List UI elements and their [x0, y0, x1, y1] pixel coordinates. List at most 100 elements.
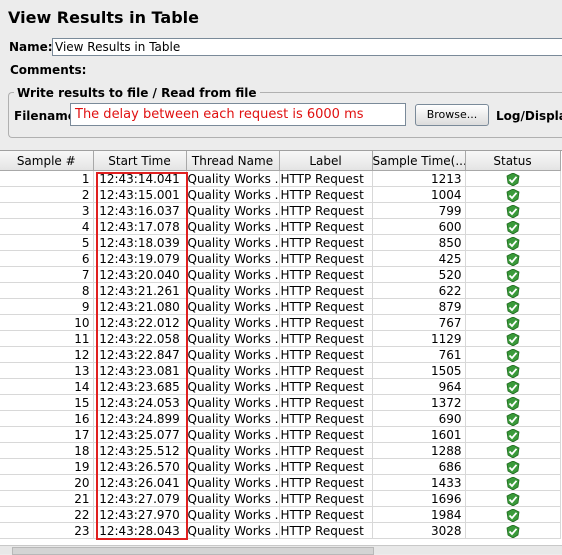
success-shield-check-icon: [506, 284, 520, 298]
table-row[interactable]: 8 12:43:21.261 Quality Works ... HTTP Reque…: [0, 282, 561, 299]
table-row[interactable]: 20 12:43:26.041 Quality Works ... HTTP Requ…: [0, 474, 561, 491]
cell-status: [465, 458, 561, 475]
table-row[interactable]: 13 12:43:23.081 Quality Works ... HTTP Requ…: [0, 362, 561, 379]
cell-sample-time: 600: [372, 218, 466, 235]
success-shield-check-icon: [506, 348, 520, 362]
column-header-thread-name[interactable]: Thread Name: [186, 151, 280, 171]
cell-sample-number: 7: [0, 266, 94, 283]
success-shield-check-icon: [506, 492, 520, 506]
cell-status: [465, 506, 561, 523]
cell-thread-name: Quality Works ...: [186, 410, 280, 427]
filename-input[interactable]: The delay between each request is 6000 m…: [70, 103, 406, 126]
cell-sample-time: 686: [372, 458, 466, 475]
cell-sample-time: 1505: [372, 362, 466, 379]
cell-sample-number: 23: [0, 522, 94, 539]
table-row[interactable]: 15 12:43:24.053 Quality Works ... HTTP Requ…: [0, 394, 561, 411]
table-row[interactable]: 21 12:43:27.079 Quality Works ... HTTP Requ…: [0, 490, 561, 507]
cell-sample-number: 3: [0, 202, 94, 219]
cell-sample-number: 16: [0, 410, 94, 427]
cell-label: HTTP Request: [279, 522, 373, 539]
cell-start-time: 12:43:25.077: [93, 426, 187, 443]
cell-thread-name: Quality Works ...: [186, 170, 280, 187]
table-row[interactable]: 12 12:43:22.847 Quality Works ... HTTP Requ…: [0, 346, 561, 363]
column-header-start-time[interactable]: Start Time: [93, 151, 187, 171]
cell-label: HTTP Request: [279, 394, 373, 411]
scrollbar-thumb[interactable]: [12, 547, 374, 555]
success-shield-check-icon: [506, 252, 520, 266]
cell-sample-time: 1372: [372, 394, 466, 411]
cell-sample-time: 767: [372, 314, 466, 331]
success-shield-check-icon: [506, 396, 520, 410]
column-header-sample-time[interactable]: Sample Time(...: [372, 151, 466, 171]
cell-label: HTTP Request: [279, 410, 373, 427]
browse-button[interactable]: Browse...: [415, 104, 489, 126]
name-input[interactable]: [52, 38, 562, 56]
cell-label: HTTP Request: [279, 218, 373, 235]
success-shield-check-icon: [506, 524, 520, 538]
cell-start-time: 12:43:22.012: [93, 314, 187, 331]
cell-thread-name: Quality Works ...: [186, 378, 280, 395]
cell-label: HTTP Request: [279, 202, 373, 219]
cell-sample-time: 1288: [372, 442, 466, 459]
cell-start-time: 12:43:21.080: [93, 298, 187, 315]
column-header-sample-number[interactable]: Sample #: [0, 151, 94, 171]
panel-title: View Results in Table: [8, 8, 199, 27]
cell-sample-time: 520: [372, 266, 466, 283]
cell-sample-time: 761: [372, 346, 466, 363]
table-row[interactable]: 23 12:43:28.043 Quality Works ... HTTP Requ…: [0, 522, 561, 539]
table-row[interactable]: 9 12:43:21.080 Quality Works ... HTTP Reque…: [0, 298, 561, 315]
cell-sample-number: 21: [0, 490, 94, 507]
cell-label: HTTP Request: [279, 346, 373, 363]
cell-start-time: 12:43:23.081: [93, 362, 187, 379]
cell-label: HTTP Request: [279, 474, 373, 491]
table-row[interactable]: 6 12:43:19.079 Quality Works ... HTTP Reque…: [0, 250, 561, 267]
cell-sample-number: 22: [0, 506, 94, 523]
table-row[interactable]: 22 12:43:27.970 Quality Works ... HTTP Requ…: [0, 506, 561, 523]
cell-thread-name: Quality Works ...: [186, 442, 280, 459]
table-row[interactable]: 17 12:43:25.077 Quality Works ... HTTP Requ…: [0, 426, 561, 443]
table-row[interactable]: 16 12:43:24.899 Quality Works ... HTTP Requ…: [0, 410, 561, 427]
cell-sample-number: 18: [0, 442, 94, 459]
cell-status: [465, 186, 561, 203]
cell-label: HTTP Request: [279, 442, 373, 459]
table-row[interactable]: 7 12:43:20.040 Quality Works ... HTTP Reque…: [0, 266, 561, 283]
cell-start-time: 12:43:16.037: [93, 202, 187, 219]
cell-sample-time: 1984: [372, 506, 466, 523]
success-shield-check-icon: [506, 332, 520, 346]
table-row[interactable]: 11 12:43:22.058 Quality Works ... HTTP Requ…: [0, 330, 561, 347]
cell-sample-time: 1213: [372, 170, 466, 187]
cell-start-time: 12:43:22.847: [93, 346, 187, 363]
table-row[interactable]: 3 12:43:16.037 Quality Works ... HTTP Reque…: [0, 202, 561, 219]
cell-sample-number: 20: [0, 474, 94, 491]
table-row[interactable]: 14 12:43:23.685 Quality Works ... HTTP Requ…: [0, 378, 561, 395]
cell-sample-time: 1004: [372, 186, 466, 203]
column-header-status[interactable]: Status: [465, 151, 561, 171]
cell-sample-time: 3028: [372, 522, 466, 539]
table-row[interactable]: 18 12:43:25.512 Quality Works ... HTTP Requ…: [0, 442, 561, 459]
cell-thread-name: Quality Works ...: [186, 474, 280, 491]
table-row[interactable]: 2 12:43:15.001 Quality Works ... HTTP Reque…: [0, 186, 561, 203]
cell-sample-time: 850: [372, 234, 466, 251]
success-shield-check-icon: [506, 300, 520, 314]
table-row[interactable]: 4 12:43:17.078 Quality Works ... HTTP Reque…: [0, 218, 561, 235]
cell-sample-time: 690: [372, 410, 466, 427]
cell-thread-name: Quality Works ...: [186, 234, 280, 251]
table-row[interactable]: 19 12:43:26.570 Quality Works ... HTTP Requ…: [0, 458, 561, 475]
cell-thread-name: Quality Works ...: [186, 346, 280, 363]
table-row[interactable]: 5 12:43:18.039 Quality Works ... HTTP Reque…: [0, 234, 561, 251]
cell-start-time: 12:43:17.078: [93, 218, 187, 235]
results-table-container[interactable]: Sample # Start Time Thread Name Label Sa…: [0, 150, 562, 554]
cell-status: [465, 282, 561, 299]
cell-label: HTTP Request: [279, 426, 373, 443]
table-row[interactable]: 10 12:43:22.012 Quality Works ... HTTP Requ…: [0, 314, 561, 331]
cell-label: HTTP Request: [279, 458, 373, 475]
cell-start-time: 12:43:28.043: [93, 522, 187, 539]
table-row[interactable]: 1 12:43:14.041 Quality Works ... HTTP Reque…: [0, 170, 561, 187]
column-header-label[interactable]: Label: [279, 151, 373, 171]
cell-status: [465, 378, 561, 395]
cell-sample-number: 15: [0, 394, 94, 411]
cell-thread-name: Quality Works ...: [186, 490, 280, 507]
success-shield-check-icon: [506, 508, 520, 522]
cell-status: [465, 170, 561, 187]
cell-thread-name: Quality Works ...: [186, 202, 280, 219]
